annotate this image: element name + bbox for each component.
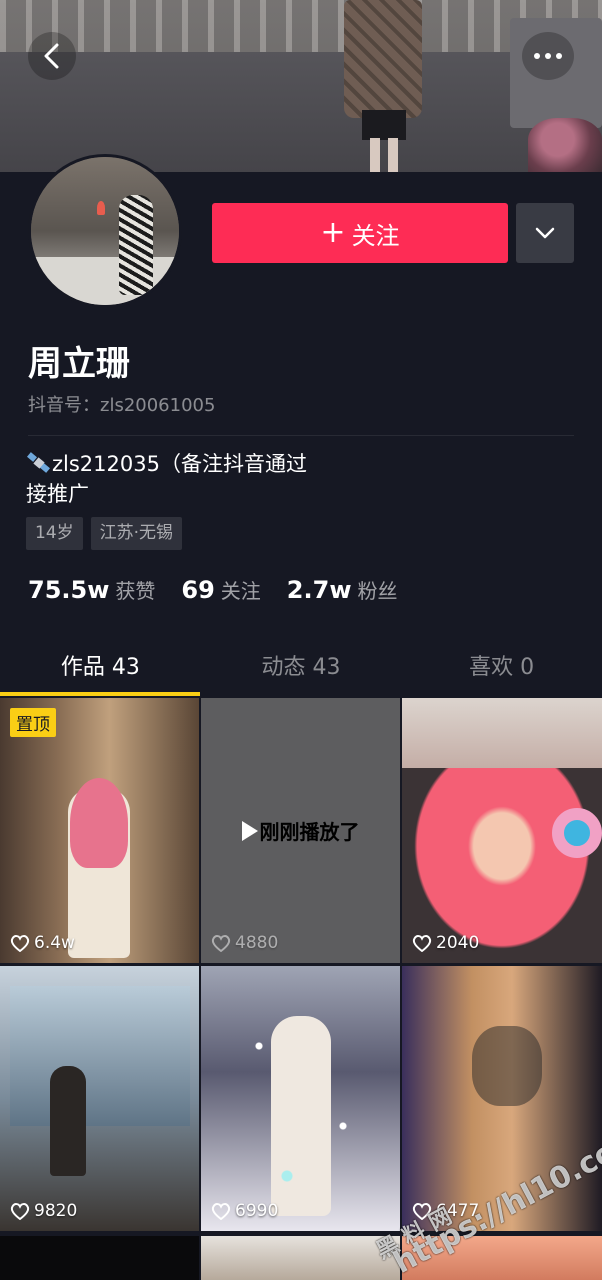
video-thumbnail[interactable] [0, 1236, 199, 1280]
chevron-left-icon [44, 43, 59, 69]
avatar[interactable] [28, 154, 182, 308]
age-tag: 14岁 [26, 517, 83, 550]
more-button[interactable] [522, 32, 574, 80]
video-thumbnail[interactable]: 9820 [0, 966, 199, 1231]
tab-works[interactable]: 作品 43 [0, 634, 201, 696]
video-thumbnail[interactable]: 置顶 6.4w [0, 698, 199, 963]
video-thumbnail[interactable]: 刚刚播放了 4880 [201, 698, 400, 963]
follow-label: 关注 [351, 221, 400, 250]
tab-activity[interactable]: 动态 43 [201, 634, 402, 696]
bio-line2: 接推广 [26, 482, 89, 506]
profile-tabs: 作品 43 动态 43 喜欢 0 [0, 634, 602, 696]
back-button[interactable] [28, 32, 76, 80]
play-icon [241, 820, 258, 841]
heart-icon [412, 935, 432, 952]
pinned-badge: 置顶 [10, 708, 56, 737]
plus-icon: + [320, 215, 346, 250]
chevron-down-icon [535, 227, 555, 239]
recommend-dropdown-button[interactable] [516, 203, 574, 263]
location-tag: 江苏·无锡 [90, 517, 183, 550]
heart-icon [10, 1203, 30, 1220]
just-played-overlay: 刚刚播放了 [201, 816, 400, 845]
divider [28, 435, 574, 436]
profile-name: 周立珊 [28, 344, 130, 384]
video-thumbnail[interactable]: 2040 [402, 698, 602, 963]
bio: zls212035（备注抖音通过 接推广 [26, 449, 446, 509]
stat-likes[interactable]: 75.5w 获赞 [28, 575, 155, 604]
banner-person [344, 0, 424, 172]
stat-following[interactable]: 69 关注 [181, 575, 260, 604]
video-thumbnail[interactable] [201, 1236, 400, 1280]
profile-stats: 75.5w 获赞 69 关注 2.7w 粉丝 [28, 575, 423, 604]
like-count: 2040 [412, 933, 479, 953]
like-count: 6990 [211, 1201, 278, 1221]
profile-banner [0, 0, 602, 172]
banner-plant [528, 118, 602, 172]
stat-followers[interactable]: 2.7w 粉丝 [287, 575, 398, 604]
tab-likes[interactable]: 喜欢 0 [401, 634, 602, 696]
profile-tags: 14岁 江苏·无锡 [26, 517, 183, 550]
heart-icon [10, 935, 30, 952]
bio-line1: zls212035（备注抖音通过 [52, 452, 307, 476]
heart-icon [211, 1203, 231, 1220]
like-count: 6.4w [10, 933, 75, 953]
follow-button[interactable]: + 关注 [212, 203, 508, 263]
satellite-icon [27, 452, 50, 473]
douyin-id: 抖音号：zls20061005 [28, 395, 216, 416]
more-dots-icon [534, 53, 540, 59]
heart-icon [211, 935, 231, 952]
like-count: 4880 [211, 933, 278, 953]
like-count: 9820 [10, 1201, 77, 1221]
